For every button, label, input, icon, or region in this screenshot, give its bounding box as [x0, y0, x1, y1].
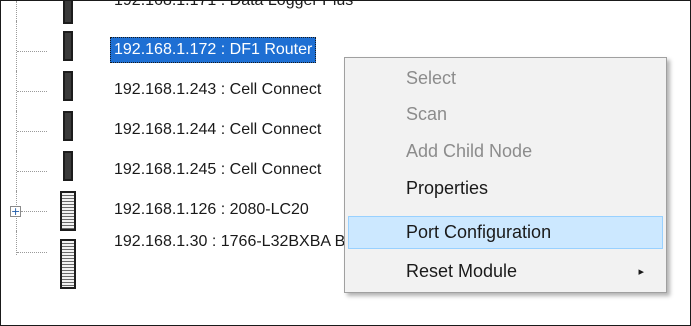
tree-connector-branch	[17, 171, 47, 172]
tree-connector-branch	[17, 91, 47, 92]
tree-item-label-selected[interactable]: 192.168.1.172 : DF1 Router	[110, 37, 317, 63]
menu-item-scan[interactable]: Scan	[348, 98, 663, 131]
tree-item-label[interactable]: 192.168.1.245 : Cell Connect	[110, 157, 325, 183]
tree-item-label[interactable]: 192.168.1.243 : Cell Connect	[110, 77, 325, 103]
device-slim-icon	[63, 71, 73, 101]
tree-item-label[interactable]: 192.168.1.171 : Data Logger Plus	[110, 1, 357, 14]
menu-item-properties[interactable]: Properties	[348, 172, 663, 205]
tree-item-label[interactable]: 192.168.1.244 : Cell Connect	[110, 117, 325, 143]
device-wide-icon	[60, 239, 76, 289]
tree-connector-line	[16, 21, 17, 71]
tree-connector-line	[16, 1, 17, 21]
device-slim-icon	[63, 31, 73, 61]
menu-item-select[interactable]: Select	[348, 62, 663, 95]
menu-item-port-configuration[interactable]: Port Configuration	[348, 216, 663, 249]
tree-connector-branch	[17, 252, 47, 253]
context-menu: Select Scan Add Child Node Properties Po…	[344, 57, 667, 293]
device-slim-icon	[63, 111, 73, 141]
network-tree-panel: 192.168.1.171 : Data Logger Plus 192.168…	[0, 0, 691, 326]
tree-item-label[interactable]: 192.168.1.126 : 2080-LC20	[110, 197, 313, 223]
menu-item-reset-module[interactable]: Reset Module ▸	[348, 255, 663, 288]
tree-item-row[interactable]: 192.168.1.171 : Data Logger Plus	[1, 1, 690, 24]
device-wide-icon	[60, 191, 76, 231]
device-slim-icon	[63, 1, 73, 24]
expand-toggle-icon[interactable]: +	[10, 206, 21, 217]
tree-connector-branch	[17, 131, 47, 132]
submenu-arrow-icon: ▸	[638, 265, 644, 278]
device-slim-icon	[63, 151, 73, 181]
menu-item-add-child-node[interactable]: Add Child Node	[348, 135, 663, 168]
tree-connector-branch	[21, 211, 47, 212]
menu-item-label: Reset Module	[406, 261, 518, 281]
tree-connector-branch	[17, 51, 47, 52]
